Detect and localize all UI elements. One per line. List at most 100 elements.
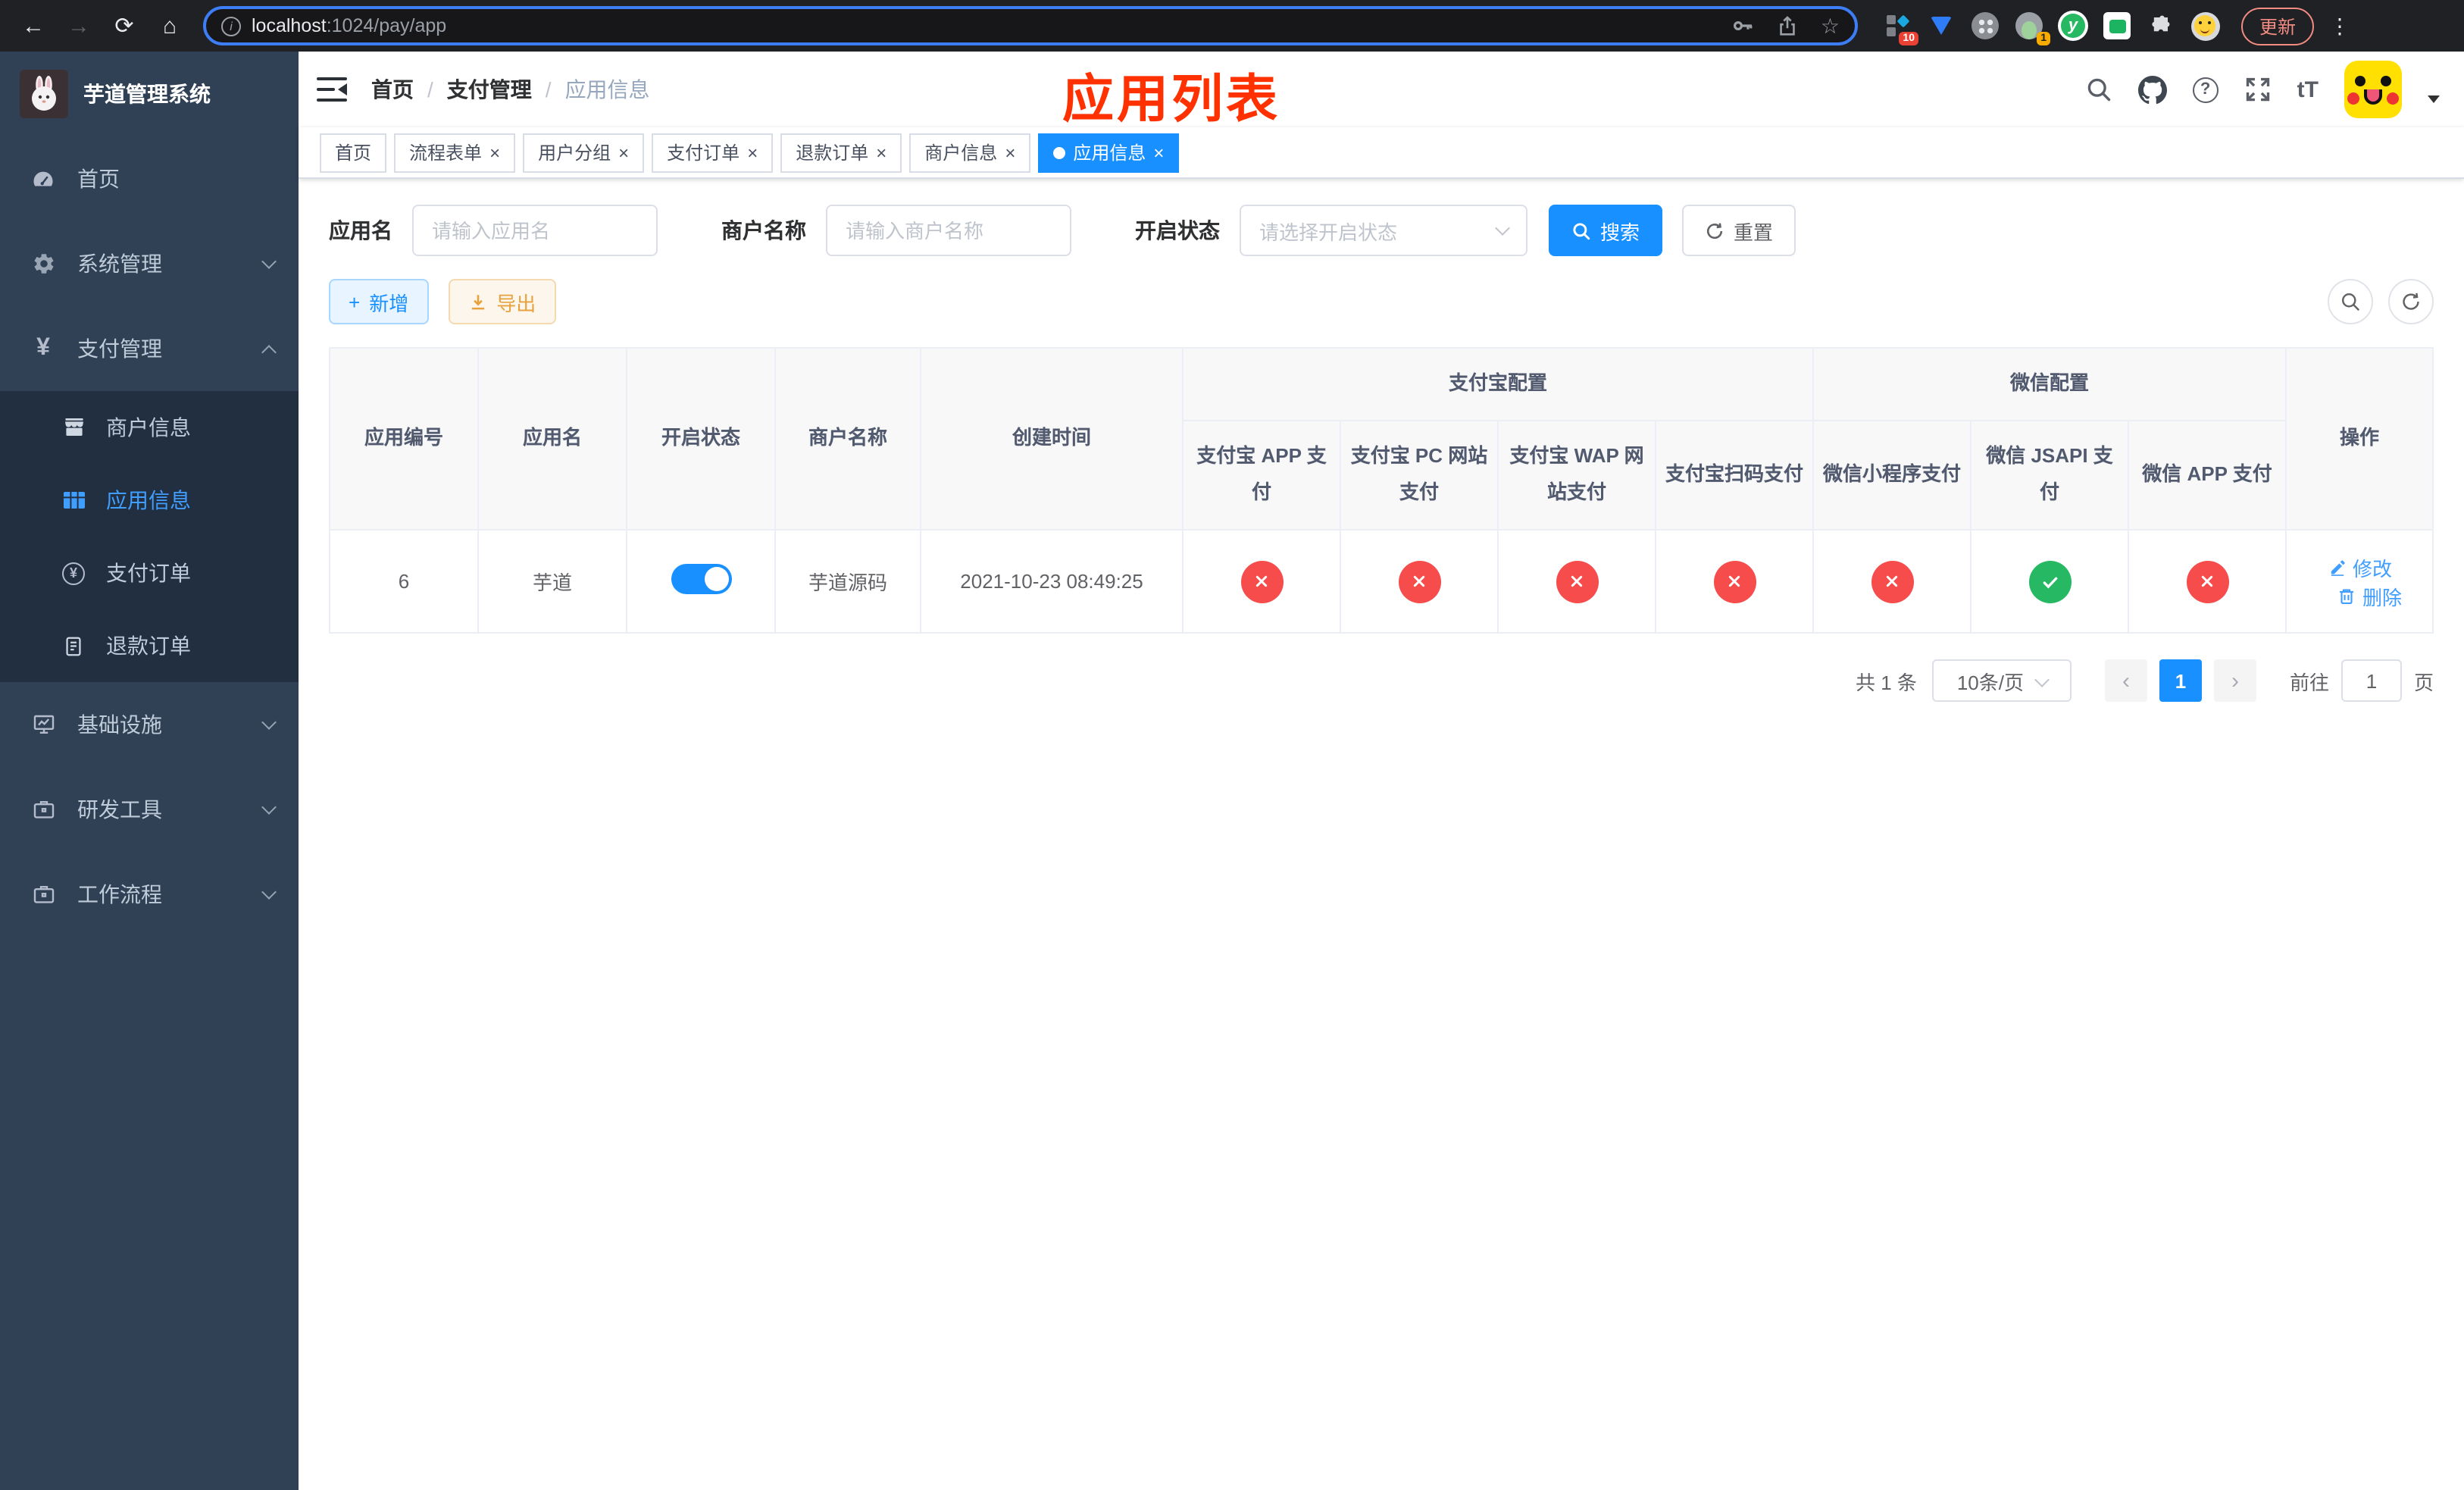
- user-menu-caret-icon[interactable]: [2428, 95, 2440, 102]
- status-select[interactable]: 请选择开启状态: [1240, 205, 1527, 256]
- merchant-name-label: 商户名称: [721, 218, 806, 243]
- browser-home-icon[interactable]: ⌂: [152, 8, 188, 44]
- page-content: 应用名 商户名称 开启状态 请选择开启状态 搜索 重置: [299, 179, 2464, 1490]
- url-host: localhost: [252, 15, 327, 36]
- status-toggle[interactable]: [671, 564, 731, 595]
- col-alipay-wap: 支付宝 WAP 网站支付: [1497, 419, 1656, 531]
- help-icon[interactable]: ?: [2192, 77, 2219, 102]
- profile-face-icon[interactable]: [2190, 11, 2220, 41]
- sidebar-item-system[interactable]: 系统管理: [0, 221, 299, 306]
- close-icon[interactable]: ×: [489, 143, 500, 161]
- share-icon[interactable]: [1777, 14, 1800, 37]
- tab-user-group[interactable]: 用户分组 ×: [523, 133, 645, 172]
- tab-flow-form[interactable]: 流程表单 ×: [394, 133, 516, 172]
- breadcrumb-home[interactable]: 首页: [371, 74, 414, 105]
- sidebar-item-devtools[interactable]: 研发工具: [0, 767, 299, 852]
- wx-app-cross-icon: [2186, 560, 2229, 603]
- trash-icon: [2340, 588, 2353, 604]
- tab-refund-order[interactable]: 退款订单 ×: [780, 133, 902, 172]
- search-button[interactable]: 搜索: [1549, 205, 1663, 256]
- col-merchant: 商户名称: [774, 346, 921, 531]
- sidebar-subitem-merchant[interactable]: 商户信息: [0, 391, 299, 464]
- close-icon[interactable]: ×: [1005, 143, 1015, 161]
- goto-label: 前往: [2289, 671, 2329, 694]
- browser-update-button[interactable]: 更新: [2241, 7, 2315, 45]
- search-icon: [2341, 293, 2359, 311]
- extensions-puzzle-icon[interactable]: [2146, 11, 2176, 41]
- col-app-name: 应用名: [477, 346, 627, 531]
- breadcrumb-payment[interactable]: 支付管理: [447, 74, 532, 105]
- browser-menu-icon[interactable]: ⋮: [2329, 13, 2350, 39]
- chevron-up-icon: [261, 345, 277, 360]
- goto-page-input[interactable]: [2340, 659, 2402, 703]
- font-size-icon[interactable]: tT: [2297, 77, 2319, 102]
- search-icon: [1573, 222, 1590, 239]
- browser-back-icon[interactable]: ←: [15, 8, 52, 44]
- next-page-button[interactable]: ›: [2213, 659, 2256, 703]
- sidebar-item-workflow[interactable]: 工作流程: [0, 852, 299, 937]
- github-icon[interactable]: [2137, 75, 2167, 104]
- add-button[interactable]: + 新增: [329, 279, 429, 324]
- edit-button[interactable]: 修改: [2327, 552, 2392, 581]
- delete-button[interactable]: 删除: [2337, 581, 2402, 610]
- top-navbar: 首页 / 支付管理 / 应用信息 应用列表 ? tT: [299, 52, 2464, 129]
- refresh-table-button[interactable]: [2388, 279, 2434, 324]
- sidebar-subitem-refund-order[interactable]: 退款订单: [0, 609, 299, 682]
- page-size-select[interactable]: 10条/页: [1931, 659, 2072, 703]
- fullscreen-icon[interactable]: [2244, 76, 2272, 103]
- sidebar-item-payment[interactable]: ¥ 支付管理: [0, 306, 299, 391]
- sidebar-item-label: 工作流程: [77, 882, 162, 906]
- extension-y-icon[interactable]: y: [2058, 11, 2088, 41]
- cell-app-id: 6: [329, 529, 479, 634]
- app-name-input[interactable]: [412, 205, 658, 256]
- user-avatar[interactable]: [2344, 61, 2402, 118]
- sidebar-subitem-label: 支付订单: [106, 561, 191, 585]
- col-group-wechat: 微信配置: [1812, 347, 2287, 421]
- col-alipay-app: 支付宝 APP 支付: [1182, 419, 1341, 531]
- chevron-down-icon: [261, 884, 277, 900]
- close-icon[interactable]: ×: [747, 143, 758, 161]
- chevron-down-icon: [1495, 220, 1510, 235]
- search-icon[interactable]: [2085, 76, 2112, 103]
- password-key-icon[interactable]: [1731, 14, 1756, 38]
- sidebar-item-infra[interactable]: 基础设施: [0, 682, 299, 767]
- sidebar-subitem-pay-order[interactable]: ¥ 支付订单: [0, 537, 299, 609]
- prev-page-button[interactable]: ‹: [2104, 659, 2147, 703]
- tab-app-info[interactable]: 应用信息 ×: [1038, 133, 1180, 172]
- sidebar-collapse-icon[interactable]: [317, 77, 347, 102]
- page-number-1[interactable]: 1: [2159, 659, 2202, 703]
- page-unit-label: 页: [2413, 671, 2434, 694]
- extension-gem-icon[interactable]: [1926, 11, 1956, 41]
- col-wx-jsapi: 微信 JSAPI 支付: [1970, 419, 2130, 531]
- col-group-alipay: 支付宝配置: [1181, 347, 1815, 421]
- alipay-qr-cross-icon: [1713, 560, 1756, 603]
- extension-avatar-icon[interactable]: 1: [2014, 11, 2050, 45]
- close-icon[interactable]: ×: [1153, 143, 1164, 161]
- toggle-search-button[interactable]: [2328, 279, 2373, 324]
- close-icon[interactable]: ×: [876, 143, 886, 161]
- sidebar-item-label: 基础设施: [77, 712, 162, 737]
- tab-home[interactable]: 首页: [320, 133, 387, 172]
- bookmark-star-icon[interactable]: ☆: [1821, 13, 1840, 39]
- tab-merchant-info[interactable]: 商户信息 ×: [909, 133, 1031, 172]
- merchant-name-input[interactable]: [826, 205, 1071, 256]
- app-logo-row: 芋道管理系统: [0, 52, 299, 136]
- sidebar-subitem-label: 应用信息: [106, 488, 191, 512]
- extension-grid-icon[interactable]: 10: [1882, 11, 1918, 45]
- page-title-annotation: 应用列表: [1062, 71, 1280, 129]
- browser-forward-icon[interactable]: →: [61, 8, 97, 44]
- status-label: 开启状态: [1135, 218, 1220, 243]
- tab-pay-order[interactable]: 支付订单 ×: [652, 133, 774, 172]
- col-alipay-qr: 支付宝扫码支付: [1654, 419, 1815, 531]
- reset-button[interactable]: 重置: [1682, 205, 1796, 256]
- address-bar[interactable]: i localhost:1024/pay/app ☆: [203, 6, 1858, 45]
- extension-chat-icon[interactable]: [2102, 11, 2132, 41]
- sidebar-item-home[interactable]: 首页: [0, 136, 299, 221]
- extension-avatar-badge: 1: [2037, 32, 2050, 45]
- browser-reload-icon[interactable]: ⟳: [106, 8, 142, 44]
- sidebar-subitem-app[interactable]: 应用信息: [0, 464, 299, 537]
- close-icon[interactable]: ×: [618, 143, 629, 161]
- site-info-icon[interactable]: i: [221, 16, 241, 36]
- extension-clover-icon[interactable]: [1970, 11, 2000, 41]
- export-button[interactable]: 导出: [448, 279, 556, 324]
